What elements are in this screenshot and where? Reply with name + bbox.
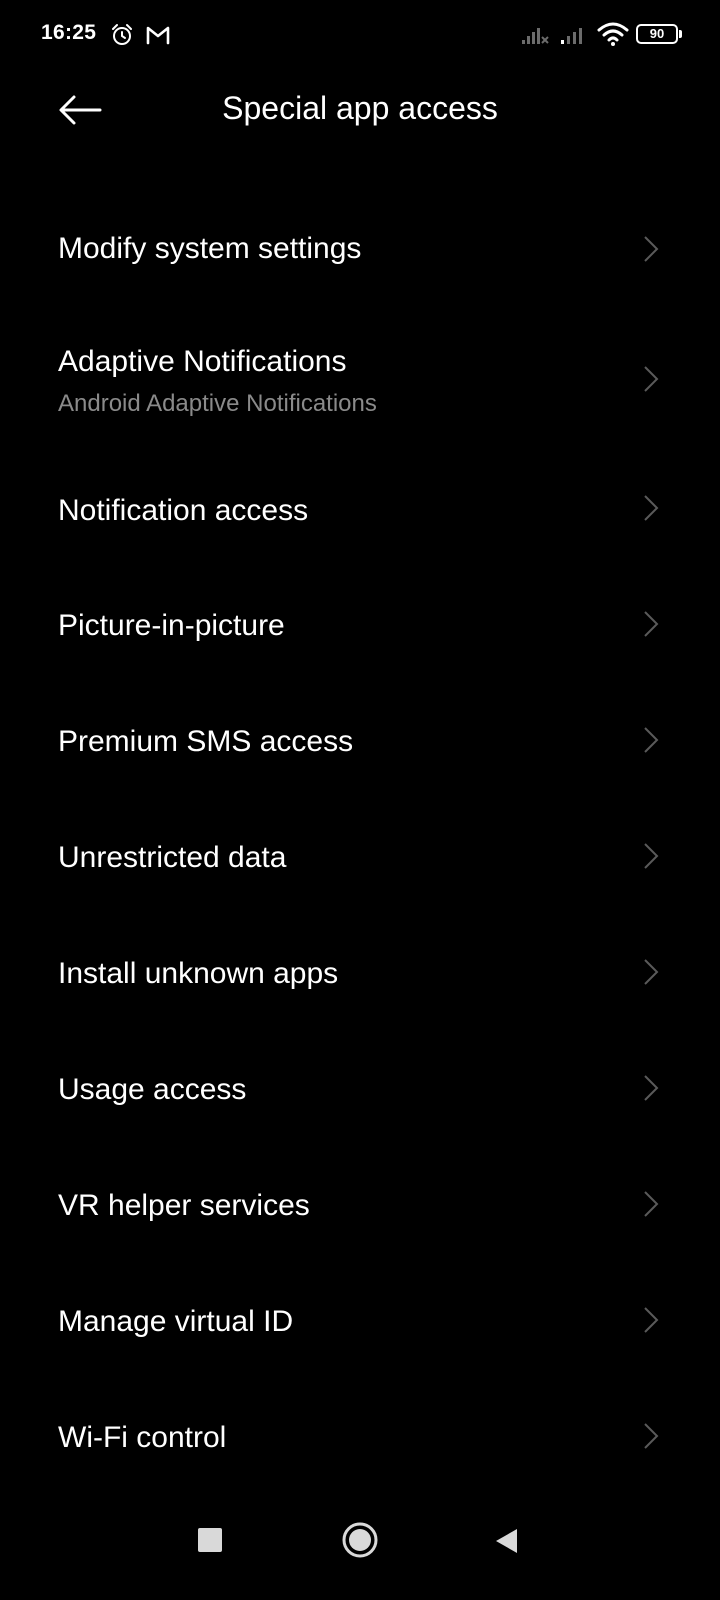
list-item-vr-helper-services[interactable]: VR helper services: [0, 1150, 720, 1266]
item-label: Manage virtual ID: [58, 1305, 294, 1338]
item-label: Notification access: [58, 494, 309, 527]
chevron-right-icon: [644, 1423, 659, 1449]
list-item-manage-virtual-id[interactable]: Manage virtual ID: [0, 1266, 720, 1382]
signal-1-icon: [522, 28, 549, 44]
list-item-notification-access[interactable]: Notification access: [0, 454, 720, 570]
back-triangle-icon[interactable]: [493, 1526, 519, 1556]
item-label: Wi-Fi control: [58, 1421, 227, 1454]
signal-2-icon: [561, 28, 582, 44]
chevron-right-icon: [644, 1191, 659, 1217]
item-label: VR helper services: [58, 1189, 310, 1222]
chevron-right-icon: [644, 611, 659, 637]
navigation-bar: [0, 1490, 720, 1600]
list-item-modify-system-settings[interactable]: Modify system settings: [0, 190, 720, 308]
chevron-right-icon: [644, 959, 659, 985]
chevron-right-icon: [644, 495, 659, 521]
gmail-icon: [146, 26, 170, 45]
item-sublabel: Android Adaptive Notifications: [58, 390, 377, 417]
list-item-unrestricted-data[interactable]: Unrestricted data: [0, 802, 720, 918]
chevron-right-icon: [644, 366, 659, 392]
item-label: Adaptive Notifications: [58, 345, 347, 378]
battery-icon: 90: [636, 24, 684, 46]
page-title: Special app access: [222, 90, 498, 126]
list-item-usage-access[interactable]: Usage access: [0, 1034, 720, 1150]
alarm-icon: [112, 24, 132, 45]
item-label: Picture-in-picture: [58, 609, 285, 642]
recents-square-icon[interactable]: [198, 1528, 222, 1552]
list-item-premium-sms-access[interactable]: Premium SMS access: [0, 686, 720, 802]
chevron-right-icon: [644, 1075, 659, 1101]
item-label: Install unknown apps: [58, 957, 339, 990]
item-label: Premium SMS access: [58, 725, 354, 758]
item-label: Unrestricted data: [58, 841, 287, 874]
header: Special app access: [0, 70, 720, 152]
list-item-wifi-control[interactable]: Wi-Fi control: [0, 1382, 720, 1498]
item-label: Usage access: [58, 1073, 247, 1106]
wifi-icon: [597, 22, 629, 46]
chevron-right-icon: [644, 843, 659, 869]
chevron-right-icon: [644, 236, 659, 262]
status-bar: 16:25 90: [0, 0, 720, 70]
chevron-right-icon: [644, 727, 659, 753]
battery-level: 90: [649, 26, 665, 41]
list-item-picture-in-picture[interactable]: Picture-in-picture: [0, 570, 720, 686]
home-circle-icon[interactable]: [340, 1520, 380, 1560]
chevron-right-icon: [644, 1307, 659, 1333]
list-item-adaptive-notifications[interactable]: Adaptive Notifications Android Adaptive …: [0, 308, 720, 454]
item-label: Modify system settings: [58, 232, 362, 265]
status-time: 16:25: [41, 21, 97, 44]
list-item-install-unknown-apps[interactable]: Install unknown apps: [0, 918, 720, 1034]
